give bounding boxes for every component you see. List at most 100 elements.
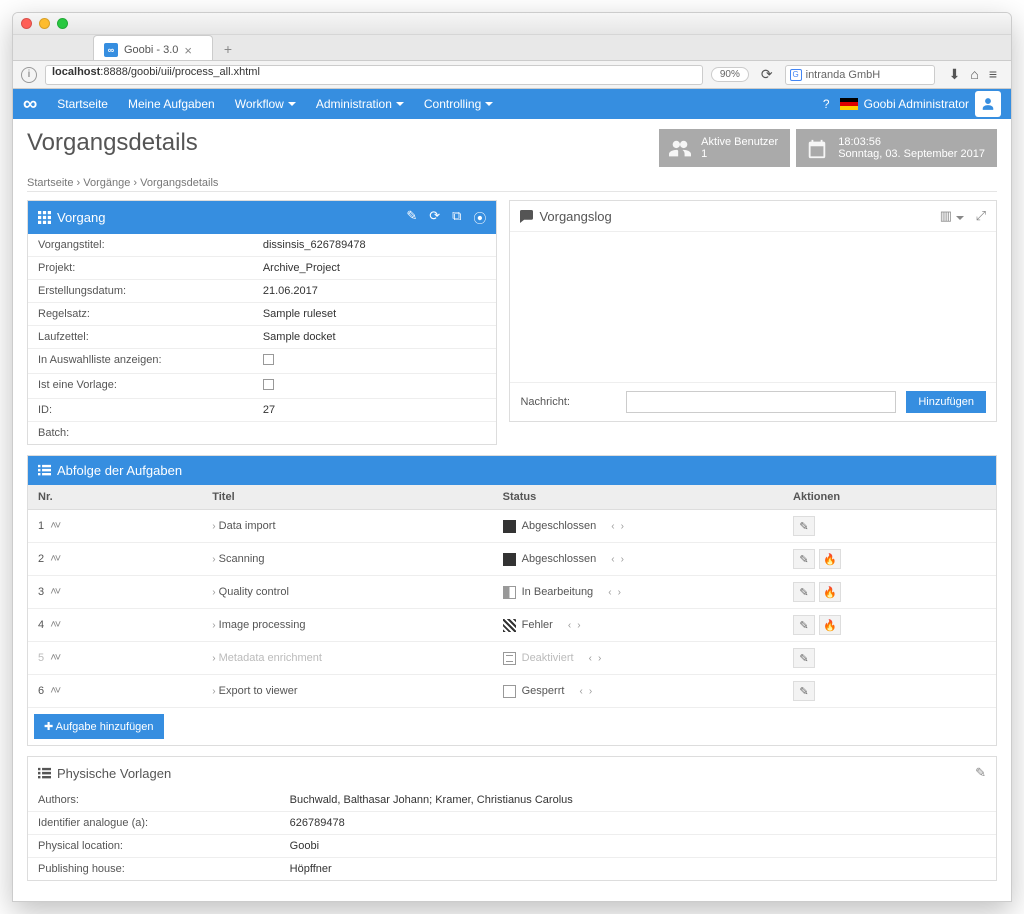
- app-topnav: ∞ Startseite Meine Aufgaben Workflow Adm…: [13, 89, 1011, 119]
- user-avatar-icon[interactable]: [975, 91, 1001, 117]
- chevron-right-icon[interactable]: ›: [212, 620, 215, 631]
- col-title: Titel: [202, 485, 492, 510]
- edit-icon[interactable]: ✎: [793, 582, 815, 602]
- log-body: [510, 232, 996, 382]
- nav-meine-aufgaben[interactable]: Meine Aufgaben: [118, 97, 225, 111]
- help-icon[interactable]: ?: [813, 97, 840, 111]
- add-message-button[interactable]: Hinzufügen: [906, 391, 986, 413]
- columns-icon[interactable]: ▥: [940, 208, 964, 224]
- site-info-icon[interactable]: i: [21, 67, 37, 83]
- chevron-right-icon[interactable]: ›: [212, 587, 215, 598]
- col-status: Status: [493, 485, 783, 510]
- browser-tabbar: ∞ Goobi - 3.0 × +: [13, 35, 1011, 61]
- edit-icon[interactable]: ✎: [975, 765, 986, 780]
- task-row: 5 ˄˅ › Metadata enrichment Deaktiviert ‹…: [28, 642, 996, 675]
- prev-icon[interactable]: ‹: [611, 554, 614, 565]
- panel-phys-vorlagen: Physische Vorlagen ✎ Authors:Buchwald, B…: [27, 756, 997, 881]
- chevron-down-icon: [396, 102, 404, 106]
- prev-icon[interactable]: ‹: [611, 521, 614, 532]
- refresh-icon[interactable]: ⟳: [429, 208, 440, 227]
- zoom-indicator[interactable]: 90%: [711, 67, 749, 82]
- prev-icon[interactable]: ‹: [608, 587, 611, 598]
- crumb-1[interactable]: Vorgänge: [83, 177, 130, 189]
- edit-icon[interactable]: ✎: [793, 681, 815, 701]
- flame-icon[interactable]: 🔥: [819, 615, 841, 635]
- crumb-0[interactable]: Startseite: [27, 177, 73, 189]
- flame-icon[interactable]: 🔥: [819, 549, 841, 569]
- chevron-down-icon: [288, 102, 296, 106]
- panel-title: Physische Vorlagen: [57, 766, 171, 781]
- edit-icon[interactable]: ✎: [793, 615, 815, 635]
- status-icon: [503, 520, 516, 533]
- next-icon[interactable]: ›: [577, 620, 580, 631]
- next-icon[interactable]: ›: [618, 587, 621, 598]
- checkbox[interactable]: [263, 354, 274, 365]
- next-icon[interactable]: ›: [589, 686, 592, 697]
- chevron-right-icon[interactable]: ›: [212, 554, 215, 565]
- download-icon[interactable]: ⬇: [949, 66, 961, 83]
- move-down-icon[interactable]: ˅: [55, 652, 59, 664]
- status-icon: [503, 553, 516, 566]
- task-row: 6 ˄˅ › Export to viewer Gesperrt ‹ › ✎: [28, 675, 996, 708]
- window-minimize-button[interactable]: [39, 18, 50, 29]
- chevron-right-icon[interactable]: ›: [212, 521, 215, 532]
- home-icon[interactable]: ⌂: [970, 66, 978, 83]
- panel-title: Abfolge der Aufgaben: [57, 463, 182, 478]
- app-logo[interactable]: ∞: [23, 93, 37, 116]
- reload-icon[interactable]: ⟳: [757, 66, 777, 83]
- browser-urlbar: i localhost:8888/goobi/uii/process_all.x…: [13, 61, 1011, 89]
- chevron-down-icon: [485, 102, 493, 106]
- prev-icon[interactable]: ‹: [568, 620, 571, 631]
- edit-icon[interactable]: ✎: [793, 549, 815, 569]
- move-down-icon[interactable]: ˅: [55, 520, 59, 532]
- col-nr: Nr.: [28, 485, 202, 510]
- chevron-right-icon[interactable]: ›: [212, 686, 215, 697]
- globe-icon[interactable]: ⦿: [473, 208, 486, 227]
- prev-icon[interactable]: ‹: [589, 653, 592, 664]
- menu-icon[interactable]: ≡: [989, 66, 997, 83]
- chevron-right-icon[interactable]: ›: [212, 653, 215, 664]
- next-icon[interactable]: ›: [598, 653, 601, 664]
- status-icon: [503, 652, 516, 665]
- nav-controlling[interactable]: Controlling: [414, 97, 503, 111]
- col-actions: Aktionen: [783, 485, 996, 510]
- url-input[interactable]: localhost:8888/goobi/uii/process_all.xht…: [45, 65, 703, 85]
- nav-startseite[interactable]: Startseite: [47, 97, 118, 111]
- task-row: 4 ˄˅ › Image processing Fehler ‹ › ✎🔥: [28, 609, 996, 642]
- panel-title: Vorgang: [57, 210, 105, 225]
- next-icon[interactable]: ›: [621, 554, 624, 565]
- panel-title: Vorgangslog: [539, 209, 611, 224]
- list-icon: [38, 464, 51, 477]
- breadcrumb: Startseite › Vorgänge › Vorgangsdetails: [27, 171, 997, 192]
- checkbox[interactable]: [263, 379, 274, 390]
- current-user[interactable]: Goobi Administrator: [864, 97, 969, 111]
- message-label: Nachricht:: [520, 396, 616, 408]
- move-down-icon[interactable]: ˅: [55, 619, 59, 631]
- crumb-2: Vorgangsdetails: [140, 177, 218, 189]
- flame-icon[interactable]: 🔥: [819, 582, 841, 602]
- move-down-icon[interactable]: ˅: [55, 553, 59, 565]
- kv-row: Ist eine Vorlage:: [28, 374, 496, 399]
- next-icon[interactable]: ›: [621, 521, 624, 532]
- tab-add-button[interactable]: +: [217, 38, 239, 60]
- calendar-icon: [804, 135, 830, 161]
- window-zoom-button[interactable]: [57, 18, 68, 29]
- list-icon: [38, 767, 51, 780]
- copy-icon[interactable]: ⧉: [452, 208, 461, 227]
- edit-icon[interactable]: ✎: [793, 648, 815, 668]
- move-down-icon[interactable]: ˅: [55, 685, 59, 697]
- add-task-button[interactable]: ✚ Aufgabe hinzufügen: [34, 714, 164, 739]
- expand-icon[interactable]: ⤢: [976, 208, 986, 224]
- edit-icon[interactable]: ✎: [406, 208, 417, 227]
- move-down-icon[interactable]: ˅: [55, 586, 59, 598]
- nav-workflow[interactable]: Workflow: [225, 97, 306, 111]
- edit-icon[interactable]: ✎: [793, 516, 815, 536]
- prev-icon[interactable]: ‹: [579, 686, 582, 697]
- message-input[interactable]: [626, 391, 896, 413]
- window-close-button[interactable]: [21, 18, 32, 29]
- browser-search-input[interactable]: G intranda GmbH: [785, 65, 935, 85]
- browser-tab[interactable]: ∞ Goobi - 3.0 ×: [93, 35, 213, 60]
- nav-administration[interactable]: Administration: [306, 97, 414, 111]
- language-flag-de[interactable]: [840, 98, 858, 110]
- tab-close-icon[interactable]: ×: [184, 43, 192, 58]
